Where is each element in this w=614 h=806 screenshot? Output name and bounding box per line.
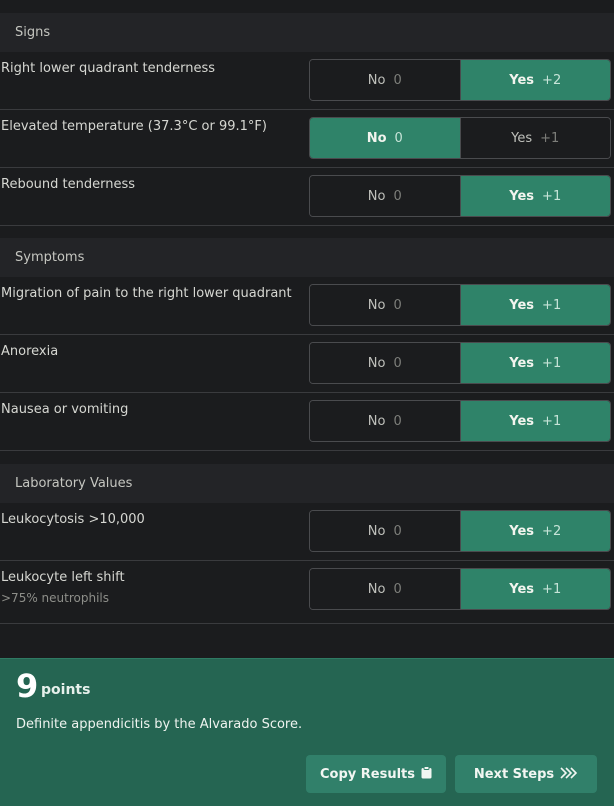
option-points: 0 — [393, 523, 402, 539]
option-points: +1 — [542, 355, 562, 371]
toggle-rebound-tenderness: No 0 Yes +1 — [309, 175, 611, 217]
option-points: 0 — [393, 413, 402, 429]
option-points: +1 — [542, 188, 562, 204]
option-points: +1 — [542, 581, 562, 597]
clipboard-icon — [421, 766, 432, 782]
option-points: +1 — [542, 413, 562, 429]
row-label: Anorexia — [1, 344, 59, 359]
next-steps-label: Next Steps — [473, 766, 555, 782]
row-label: Migration of pain to the right lower qua… — [1, 286, 292, 301]
option-label: Yes — [509, 413, 535, 429]
option-label: Yes — [509, 72, 535, 88]
section-header-symptoms: Symptoms — [0, 238, 614, 277]
score-interpretation: Definite appendicitis by the Alvarado Sc… — [16, 717, 303, 732]
option-label: No — [366, 130, 387, 146]
option-no[interactable]: No 0 — [310, 401, 460, 441]
row-label: Nausea or vomiting — [1, 402, 129, 417]
row-leukocyte-left-shift: Leukocyte left shift >75% neutrophils No… — [0, 561, 614, 624]
option-label: No — [367, 355, 386, 371]
row-label: Leukocytosis >10,000 — [1, 512, 145, 527]
row-leukocytosis: Leukocytosis >10,000 No 0 Yes +2 — [0, 503, 614, 561]
toggle-nausea-vomiting: No 0 Yes +1 — [309, 400, 611, 442]
row-elevated-temperature: Elevated temperature (37.3°C or 99.1°F) … — [0, 110, 614, 168]
option-no[interactable]: No 0 — [310, 285, 460, 325]
score-value: 9 — [16, 667, 39, 705]
toggle-leukocytosis: No 0 Yes +2 — [309, 510, 611, 552]
option-points: 0 — [393, 581, 402, 597]
option-points: 0 — [394, 130, 403, 146]
option-points: 0 — [393, 297, 402, 313]
option-no[interactable]: No 0 — [310, 569, 460, 609]
option-yes[interactable]: Yes +1 — [459, 285, 610, 325]
option-label: No — [367, 297, 386, 313]
option-points: +1 — [540, 130, 560, 146]
row-label: Rebound tenderness — [1, 177, 135, 192]
row-label: Elevated temperature (37.3°C or 99.1°F) — [1, 119, 267, 134]
section-header-laboratory-values: Laboratory Values — [0, 464, 614, 503]
row-nausea-vomiting: Nausea or vomiting No 0 Yes +1 — [0, 393, 614, 451]
option-points: 0 — [393, 72, 402, 88]
option-yes[interactable]: Yes +1 — [459, 176, 610, 216]
row-migration-of-pain: Migration of pain to the right lower qua… — [0, 277, 614, 335]
option-yes[interactable]: Yes +1 — [459, 118, 610, 158]
option-label: Yes — [509, 355, 535, 371]
row-rlq-tenderness: Right lower quadrant tenderness No 0 Yes +… — [0, 52, 614, 110]
option-points: +2 — [542, 72, 562, 88]
row-label: Leukocyte left shift — [1, 570, 125, 585]
option-points: 0 — [393, 188, 402, 204]
option-label: Yes — [511, 130, 533, 146]
next-steps-button[interactable]: Next Steps — [455, 755, 597, 793]
toggle-anorexia: No 0 Yes +1 — [309, 342, 611, 384]
option-label: Yes — [509, 523, 535, 539]
option-label: No — [367, 413, 386, 429]
copy-results-label: Copy Results — [319, 766, 415, 782]
toggle-leukocyte-left-shift: No 0 Yes +1 — [309, 568, 611, 610]
option-yes[interactable]: Yes +2 — [459, 60, 610, 100]
option-yes[interactable]: Yes +2 — [459, 511, 610, 551]
option-points: +1 — [542, 297, 562, 313]
option-no[interactable]: No 0 — [310, 118, 460, 158]
option-no[interactable]: No 0 — [310, 343, 460, 383]
calculator-page: Signs Right lower quadrant tenderness No… — [0, 0, 614, 806]
option-label: Yes — [509, 297, 535, 313]
option-yes[interactable]: Yes +1 — [459, 401, 610, 441]
option-points: +2 — [542, 523, 562, 539]
score-unit: points — [41, 682, 91, 698]
option-no[interactable]: No 0 — [310, 511, 460, 551]
option-yes[interactable]: Yes +1 — [459, 343, 610, 383]
copy-results-button[interactable]: Copy Results — [306, 755, 446, 793]
row-anorexia: Anorexia No 0 Yes +1 — [0, 335, 614, 393]
option-label: No — [367, 581, 386, 597]
row-rebound-tenderness: Rebound tenderness No 0 Yes +1 — [0, 168, 614, 226]
option-no[interactable]: No 0 — [310, 176, 460, 216]
row-sublabel: >75% neutrophils — [1, 591, 109, 605]
chevrons-right-icon — [560, 766, 578, 782]
option-points: 0 — [393, 355, 402, 371]
option-label: Yes — [509, 581, 535, 597]
row-label: Right lower quadrant tenderness — [1, 61, 216, 76]
option-yes[interactable]: Yes +1 — [459, 569, 610, 609]
option-no[interactable]: No 0 — [310, 60, 460, 100]
option-label: No — [367, 188, 386, 204]
option-label: Yes — [509, 188, 535, 204]
section-header-signs: Signs — [0, 13, 614, 52]
result-panel: 9 points Definite appendicitis by the Al… — [0, 658, 614, 806]
option-label: No — [367, 72, 386, 88]
option-label: No — [367, 523, 386, 539]
toggle-migration-of-pain: No 0 Yes +1 — [309, 284, 611, 326]
toggle-rlq-tenderness: No 0 Yes +2 — [309, 59, 611, 101]
toggle-elevated-temperature: No 0 Yes +1 — [309, 117, 611, 159]
